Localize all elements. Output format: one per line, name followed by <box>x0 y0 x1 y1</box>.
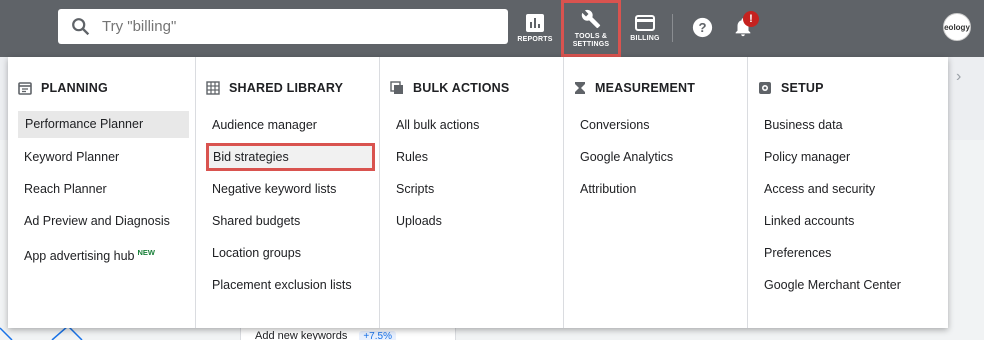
shared-library-heading-label: SHARED LIBRARY <box>229 81 344 95</box>
library-grid-icon <box>206 81 220 95</box>
billing-label: BILLING <box>630 34 660 42</box>
menu-item-uploads[interactable]: Uploads <box>380 207 563 239</box>
measurement-heading: MEASUREMENT <box>564 76 747 100</box>
menu-item-all-bulk-actions[interactable]: All bulk actions <box>380 111 563 143</box>
menu-column-planning: PLANNING Performance Planner Keyword Pla… <box>8 57 196 328</box>
notification-badge: ! <box>743 11 759 27</box>
menu-item-app-advertising-hub[interactable]: App advertising hub NEW <box>8 239 195 271</box>
account-avatar[interactable]: eology <box>943 13 971 41</box>
menu-item-placement-exclusion-lists[interactable]: Placement exclusion lists <box>196 271 379 303</box>
menu-column-bulk-actions: BULK ACTIONS All bulk actions Rules Scri… <box>380 57 564 328</box>
menu-item-access-and-security[interactable]: Access and security <box>748 175 948 207</box>
bulk-actions-heading: BULK ACTIONS <box>380 76 563 100</box>
help-icon[interactable]: ? <box>692 17 713 38</box>
hourglass-icon <box>575 82 585 94</box>
planning-heading: PLANNING <box>8 76 195 100</box>
menu-item-rules[interactable]: Rules <box>380 143 563 175</box>
tools-label-line1: TOOLS & <box>574 32 608 40</box>
chevron-right-icon[interactable]: › <box>956 68 961 86</box>
planning-heading-label: PLANNING <box>41 81 108 95</box>
menu-item-policy-manager[interactable]: Policy manager <box>748 143 948 175</box>
top-bar: REPORTS TOOLS & SETTINGS BILLING ? ! eol… <box>0 0 984 57</box>
calendar-icon <box>18 82 32 95</box>
suggestion-value: +7.5% <box>359 330 396 340</box>
app-advertising-hub-label: App advertising hub <box>24 249 135 264</box>
copy-stack-icon <box>390 81 403 94</box>
topbar-divider <box>672 14 673 42</box>
billing-button[interactable]: BILLING <box>626 0 664 57</box>
menu-item-location-groups[interactable]: Location groups <box>196 239 379 271</box>
menu-item-google-merchant-center[interactable]: Google Merchant Center <box>748 271 948 303</box>
tools-settings-button[interactable]: TOOLS & SETTINGS <box>561 0 621 57</box>
tools-label-line2: SETTINGS <box>572 40 610 48</box>
new-badge: NEW <box>137 248 156 257</box>
menu-column-setup: SETUP Business data Policy manager Acces… <box>748 57 948 328</box>
wrench-icon <box>581 9 601 28</box>
reports-label: REPORTS <box>517 35 553 43</box>
menu-item-scripts[interactable]: Scripts <box>380 175 563 207</box>
menu-item-bid-strategies[interactable]: Bid strategies <box>206 143 375 171</box>
suggestion-row[interactable]: Add new keywords +7.5% <box>240 326 456 340</box>
reports-icon <box>526 13 544 32</box>
menu-item-business-data[interactable]: Business data <box>748 111 948 143</box>
menu-item-ad-preview[interactable]: Ad Preview and Diagnosis <box>8 207 195 239</box>
menu-item-reach-planner[interactable]: Reach Planner <box>8 175 195 207</box>
search-input[interactable] <box>102 18 482 35</box>
menu-item-audience-manager[interactable]: Audience manager <box>196 111 379 143</box>
bulk-actions-heading-label: BULK ACTIONS <box>413 81 510 95</box>
gear-icon <box>759 82 771 94</box>
menu-column-shared-library: SHARED LIBRARY Audience manager Bid stra… <box>196 57 380 328</box>
search-icon <box>70 16 92 38</box>
credit-card-icon <box>635 14 655 31</box>
setup-heading-label: SETUP <box>781 81 824 95</box>
search-box[interactable] <box>58 9 508 44</box>
setup-heading: SETUP <box>748 76 948 100</box>
menu-item-attribution[interactable]: Attribution <box>564 175 747 207</box>
menu-item-shared-budgets[interactable]: Shared budgets <box>196 207 379 239</box>
menu-item-keyword-planner[interactable]: Keyword Planner <box>8 143 195 175</box>
menu-item-conversions[interactable]: Conversions <box>564 111 747 143</box>
menu-item-performance-planner[interactable]: Performance Planner <box>18 111 189 138</box>
suggestion-label: Add new keywords <box>255 330 348 340</box>
menu-item-preferences[interactable]: Preferences <box>748 239 948 271</box>
menu-column-measurement: MEASUREMENT Conversions Google Analytics… <box>564 57 748 328</box>
menu-item-linked-accounts[interactable]: Linked accounts <box>748 207 948 239</box>
menu-item-negative-keyword-lists[interactable]: Negative keyword lists <box>196 175 379 207</box>
tools-settings-menu: PLANNING Performance Planner Keyword Pla… <box>8 57 948 328</box>
reports-button[interactable]: REPORTS <box>514 0 556 57</box>
measurement-heading-label: MEASUREMENT <box>595 81 696 95</box>
svg-text:?: ? <box>698 20 706 35</box>
shared-library-heading: SHARED LIBRARY <box>196 76 379 100</box>
menu-item-google-analytics[interactable]: Google Analytics <box>564 143 747 175</box>
